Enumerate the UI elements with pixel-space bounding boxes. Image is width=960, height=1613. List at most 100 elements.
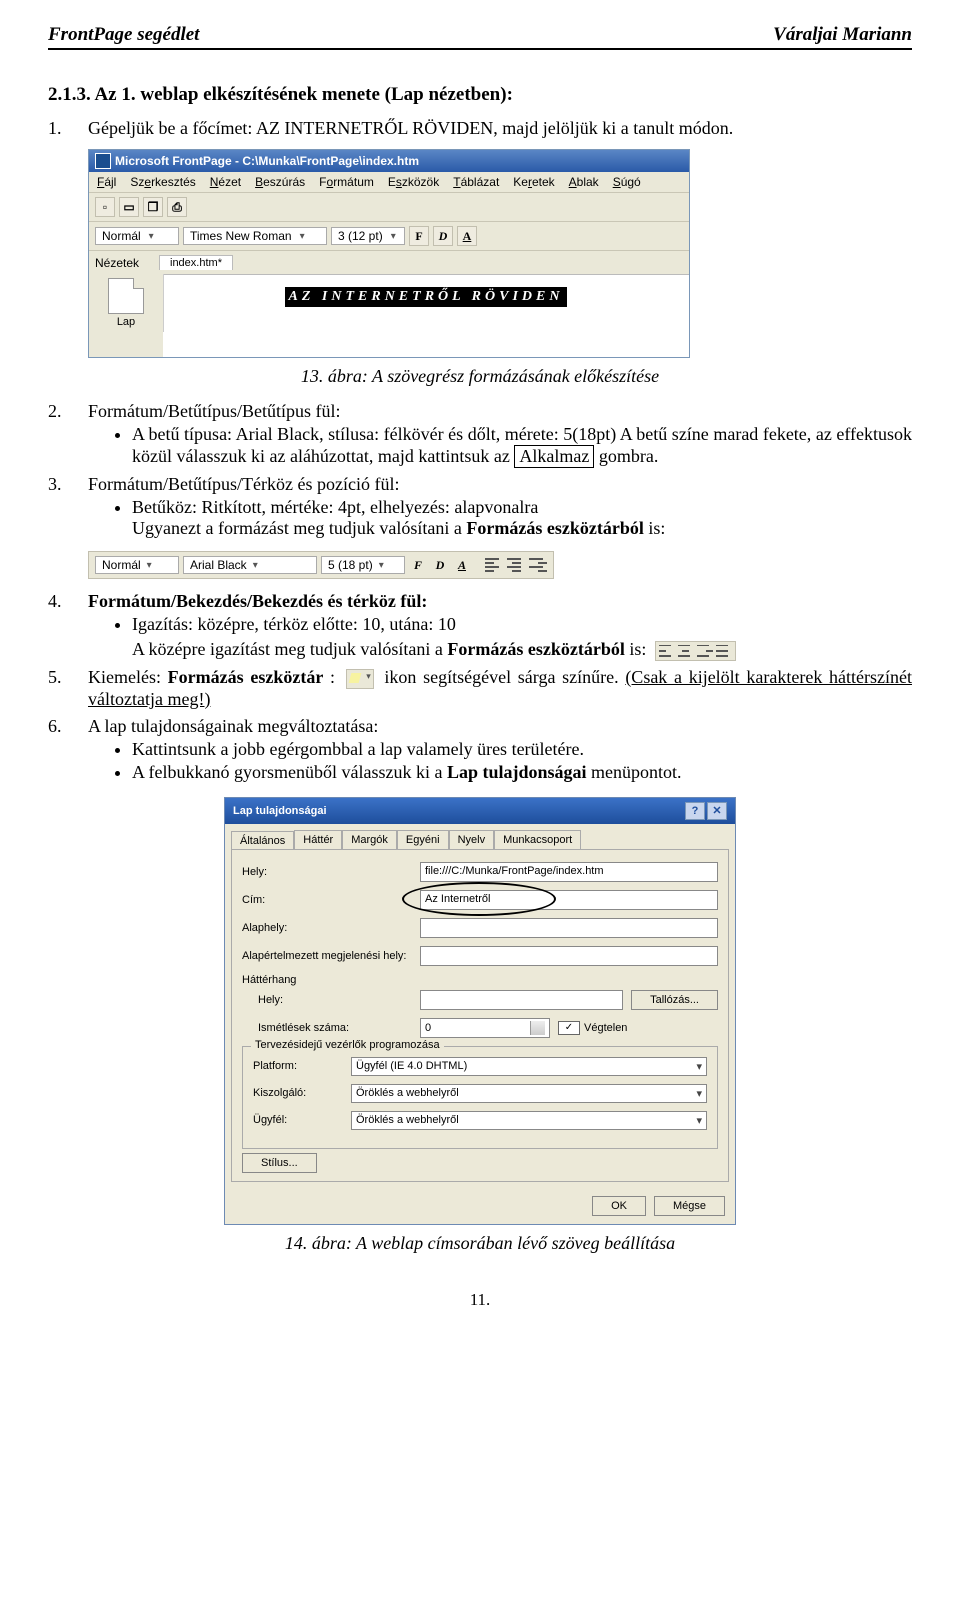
step-4-num: 4. xyxy=(48,591,62,612)
kisz-select[interactable]: Öröklés a webhelyről xyxy=(351,1084,707,1103)
ism-field[interactable]: 0 xyxy=(420,1018,550,1038)
menu-ablak[interactable]: Ablak xyxy=(569,175,599,189)
tb-open-icon[interactable]: ▭ xyxy=(119,197,139,217)
tab-nyelv[interactable]: Nyelv xyxy=(449,830,495,849)
lap-icon[interactable] xyxy=(108,278,144,314)
step-6-b2bold: Lap tulajdonságai xyxy=(447,762,587,782)
fmt-size[interactable]: 5 (18 pt) xyxy=(321,556,405,574)
tb-save-icon[interactable]: ❐ xyxy=(143,197,163,217)
group-legend: Tervezésidejű vezérlők programozása xyxy=(251,1039,444,1051)
alapm-field[interactable] xyxy=(420,946,718,966)
tallozas-button[interactable]: Tallózás... xyxy=(631,990,718,1010)
fmt-italic-icon[interactable]: D xyxy=(431,558,449,573)
step-5-b: Formázás eszköztár xyxy=(168,667,324,687)
step-4-line2a: A középre igazítást meg tudjuk valósítan… xyxy=(132,639,447,659)
align-center-icon[interactable] xyxy=(507,556,525,574)
vegtelen-check[interactable]: ✓ Végtelen xyxy=(558,1021,627,1035)
ok-button[interactable]: OK xyxy=(592,1196,646,1216)
style-select[interactable]: Normál xyxy=(95,227,179,245)
menu-nezet[interactable]: Nézet xyxy=(210,175,241,189)
menu-format[interactable]: Formátum xyxy=(319,175,374,189)
hh-hely-field[interactable] xyxy=(420,990,623,1010)
step-5-num: 5. xyxy=(48,667,62,688)
menu-keret[interactable]: Keretek xyxy=(513,175,554,189)
menu-tabl[interactable]: Táblázat xyxy=(453,175,499,189)
highlight-icon[interactable] xyxy=(346,669,374,689)
step-6-b1: Kattintsunk a jobb egérgombbal a lap val… xyxy=(132,739,912,760)
fmt-underline-icon[interactable]: A xyxy=(453,558,471,573)
ugy-select[interactable]: Öröklés a webhelyről xyxy=(351,1111,707,1130)
menu-eszk[interactable]: Eszközök xyxy=(388,175,439,189)
fmt-style[interactable]: Normál xyxy=(95,556,179,574)
al-left-icon[interactable] xyxy=(659,645,675,657)
doc-tab[interactable]: index.htm* xyxy=(159,255,233,270)
alap-field[interactable] xyxy=(420,918,718,938)
step-6-b2: A felbukkanó gyorsmenüből válasszuk ki a… xyxy=(132,762,912,783)
size-select[interactable]: 3 (12 pt) xyxy=(331,227,405,245)
format-toolbar: Normál Arial Black 5 (18 pt) F D A xyxy=(88,551,554,579)
menu-fajl[interactable]: Fájl xyxy=(97,175,116,189)
menu-beszur[interactable]: Beszúrás xyxy=(255,175,305,189)
menu-szerk[interactable]: Szerkesztés xyxy=(130,175,195,189)
cim-label: Cím: xyxy=(242,894,412,906)
step-5-a: Kiemelés: xyxy=(88,667,168,687)
tab-altalanos[interactable]: Általános xyxy=(231,831,294,850)
step-6-title: A lap tulajdonságainak megváltoztatása: xyxy=(88,716,378,736)
align-right-icon[interactable] xyxy=(529,556,547,574)
step-3-num: 3. xyxy=(48,474,62,495)
frontpage-window: Microsoft FrontPage - C:\Munka\FrontPage… xyxy=(88,149,690,358)
al-right-icon[interactable] xyxy=(697,645,713,657)
dlg-tabs: Általános Háttér Margók Egyéni Nyelv Mun… xyxy=(225,824,735,849)
vegtelen-label: Végtelen xyxy=(584,1022,627,1034)
align-toolbar-inline xyxy=(655,641,736,661)
plat-select[interactable]: Ügyfél (IE 4.0 DHTML) xyxy=(351,1057,707,1076)
italic-icon[interactable]: D xyxy=(433,226,453,246)
tab-hatter[interactable]: Háttér xyxy=(294,830,342,849)
al-center-icon[interactable] xyxy=(678,645,694,657)
step-6-b2a: A felbukkanó gyorsmenüből válasszuk ki a xyxy=(132,762,447,782)
dlg-titlebar: Lap tulajdonságai ? ✕ xyxy=(225,798,735,824)
menu-sugo[interactable]: Súgó xyxy=(613,175,641,189)
al-justify-icon[interactable] xyxy=(716,645,732,657)
plat-label: Platform: xyxy=(253,1060,343,1072)
tb-new-icon[interactable]: ▫ xyxy=(95,197,115,217)
font-select[interactable]: Times New Roman xyxy=(183,227,327,245)
hely-field: file:///C:/Munka/FrontPage/index.htm xyxy=(420,862,718,882)
check-icon: ✓ xyxy=(558,1021,580,1035)
align-left-icon[interactable] xyxy=(485,556,503,574)
fp-titlebar: Microsoft FrontPage - C:\Munka\FrontPage… xyxy=(89,150,689,172)
tab-margok[interactable]: Margók xyxy=(342,830,397,849)
stilus-button[interactable]: Stílus... xyxy=(242,1153,317,1173)
step-2: 2. Formátum/Betűtípus/Betűtípus fül: A b… xyxy=(48,401,912,468)
fmt-font[interactable]: Arial Black xyxy=(183,556,317,574)
dlg-pane: Hely: file:///C:/Munka/FrontPage/index.h… xyxy=(231,849,729,1182)
step-6: 6. A lap tulajdonságainak megváltoztatás… xyxy=(48,716,912,783)
tb-print-icon[interactable]: ⎙ xyxy=(167,197,187,217)
caption-13: 13. ábra: A szövegrész formázásának elők… xyxy=(48,366,912,387)
fp-toolbar1: ▫ ▭ ❐ ⎙ xyxy=(89,192,689,221)
design-group: Tervezésidejű vezérlők programozása Plat… xyxy=(242,1046,718,1149)
tab-munka[interactable]: Munkacsoport xyxy=(494,830,581,849)
step-3-bullet-b: Ugyanezt a formázást meg tudjuk valósíta… xyxy=(132,518,466,538)
dlg-buttons: OK Mégse xyxy=(225,1188,735,1224)
tab-egyeni[interactable]: Egyéni xyxy=(397,830,449,849)
selected-text: AZ INTERNETRŐL RÖVIDEN xyxy=(285,287,568,307)
help-icon[interactable]: ? xyxy=(685,802,705,820)
alapm-label: Alapértelmezett megjelenési hely: xyxy=(242,950,412,962)
fp-toolbar2: Normál Times New Roman 3 (12 pt) F D A xyxy=(89,221,689,250)
step-3-bullet-a: Betűköz: Ritkított, mértéke: 4pt, elhely… xyxy=(132,497,538,517)
header-left: FrontPage segédlet xyxy=(48,24,199,46)
step-2-title: Formátum/Betűtípus/Betűtípus fül: xyxy=(88,401,341,421)
lap-label: Lap xyxy=(89,316,163,328)
step-4-bullet: Igazítás: középre, térköz előtte: 10, ut… xyxy=(132,614,912,635)
underline-icon[interactable]: A xyxy=(457,226,477,246)
cancel-button[interactable]: Mégse xyxy=(654,1196,725,1216)
hh-label: Háttérhang xyxy=(242,974,718,986)
fmt-bold-icon[interactable]: F xyxy=(409,558,427,573)
step-2-bullet-after: gombra. xyxy=(599,446,658,466)
close-icon[interactable]: ✕ xyxy=(707,802,727,820)
bold-icon[interactable]: F xyxy=(409,226,429,246)
step-3-bullet-bold: Formázás eszköztárból xyxy=(466,518,643,538)
step-4-line2after: is: xyxy=(629,639,646,659)
cim-field[interactable]: Az Internetről xyxy=(420,890,718,910)
